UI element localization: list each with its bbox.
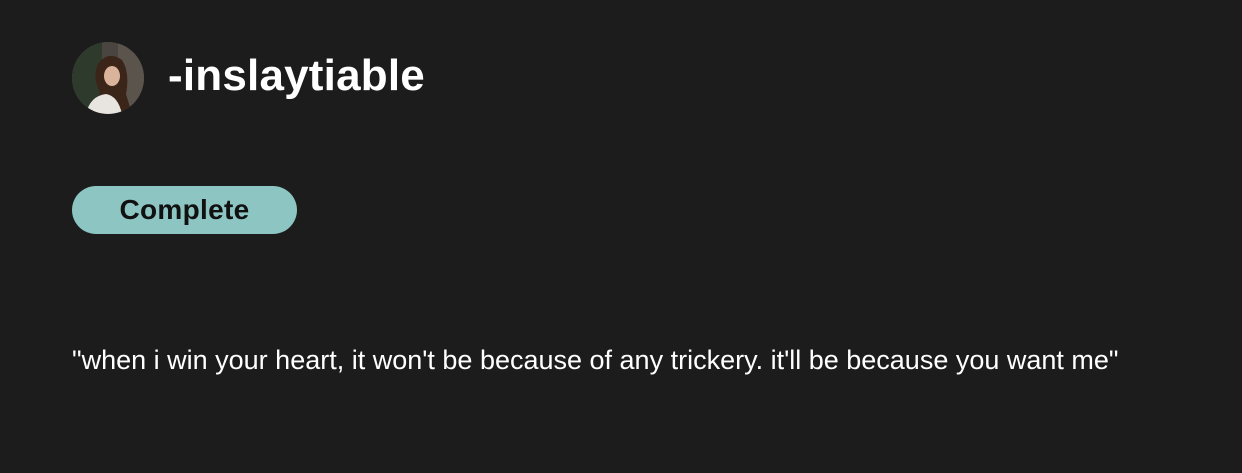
status-badge: Complete xyxy=(72,186,297,234)
story-description: "when i win your heart, it won't be beca… xyxy=(72,345,1119,375)
author-row[interactable]: -inslaytiable xyxy=(72,42,425,114)
author-username[interactable]: -inslaytiable xyxy=(168,54,425,98)
author-avatar[interactable] xyxy=(72,42,144,114)
story-info-panel: -inslaytiable Complete "when i win your … xyxy=(0,0,1242,473)
avatar-photo-icon xyxy=(72,42,144,114)
